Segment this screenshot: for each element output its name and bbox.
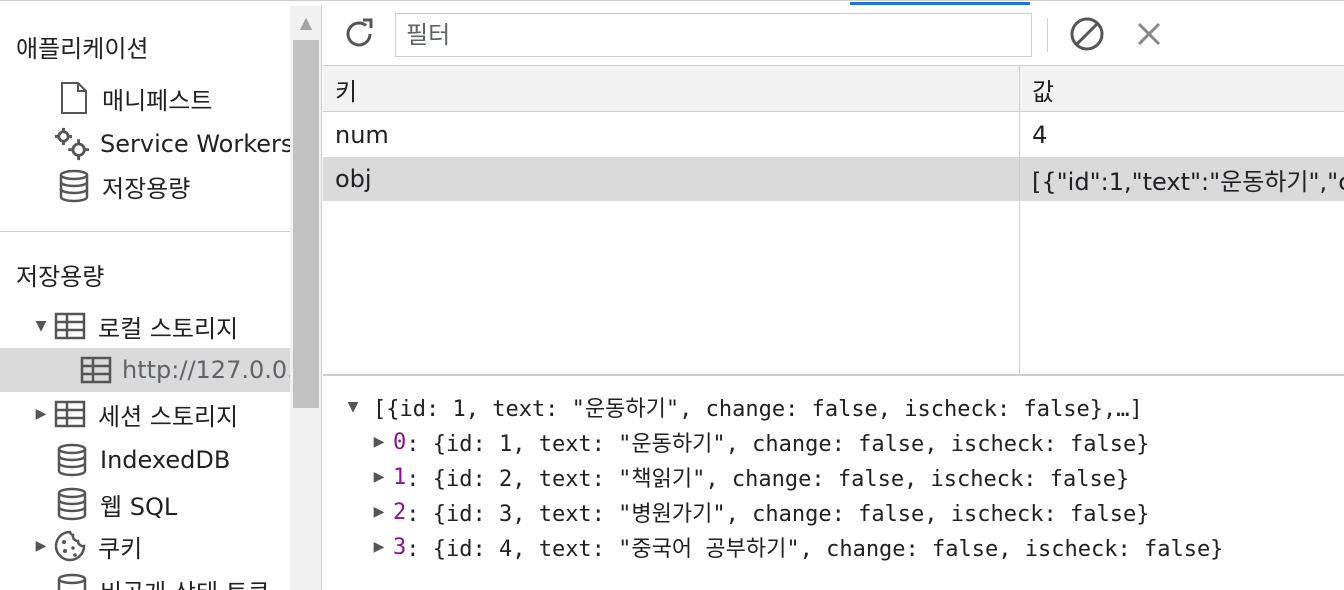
preview-item-index: 2	[393, 499, 407, 525]
clear-all-button[interactable]	[1065, 14, 1109, 58]
table-icon	[52, 308, 88, 344]
application-sidebar: 애플리케이션 매니페스트 Service Workers 저장용량 저장용량 ▼	[0, 6, 322, 590]
table-row[interactable]: num 4	[323, 113, 1344, 157]
collapsed-triangle-icon[interactable]: ▶	[365, 504, 393, 520]
preview-item-text: : {id: 4, text: "중국어 공부하기", change: fals…	[406, 537, 1224, 562]
preview-item-index: 0	[393, 429, 407, 455]
sidebar-section-label: 애플리케이션	[16, 34, 149, 63]
delete-selected-button[interactable]	[1127, 14, 1171, 58]
database-icon	[54, 572, 90, 590]
expanded-triangle-icon[interactable]: ▼	[30, 318, 52, 334]
cookie-icon	[52, 528, 88, 564]
sidebar-item-cookies[interactable]: ▶ 쿠키	[0, 524, 290, 568]
preview-root-line[interactable]: ▼ [{id: 1, text: "운동하기", change: false, …	[339, 390, 1143, 424]
storage-toolbar	[323, 6, 1344, 66]
preview-item-text: : {id: 2, text: "책읽기", change: false, is…	[406, 467, 1130, 492]
toolbar-separator	[1047, 18, 1048, 52]
collapsed-triangle-icon[interactable]: ▶	[365, 434, 393, 450]
gears-icon	[54, 126, 90, 162]
collapsed-triangle-icon[interactable]: ▶	[365, 469, 393, 485]
column-divider[interactable]	[1019, 66, 1020, 374]
preview-item-text: : {id: 3, text: "병원가기", change: false, i…	[406, 502, 1150, 527]
sidebar-section-storage: 저장용량	[0, 252, 290, 296]
preview-summary: [{id: 1, text: "운동하기", change: false, is…	[373, 397, 1143, 422]
table-icon	[80, 352, 112, 388]
table-row[interactable]: obj [{"id":1,"text":"운동하기","change":fals…	[323, 157, 1344, 201]
sidebar-scrollbar[interactable]: ▲	[290, 6, 321, 590]
collapsed-triangle-icon[interactable]: ▶	[30, 406, 52, 422]
document-icon	[56, 80, 92, 116]
table-icon	[52, 396, 88, 432]
sidebar-item-label: 비공개 상태 토큰	[100, 573, 270, 590]
active-tab-indicator	[850, 2, 1030, 5]
sidebar-item-label: IndexedDB	[100, 446, 231, 474]
expanded-triangle-icon[interactable]: ▼	[339, 399, 367, 415]
sidebar-divider	[0, 231, 290, 232]
sidebar-item-label: http://127.0.0.1:5500	[122, 356, 290, 384]
column-header-key[interactable]: 키	[323, 66, 1019, 112]
database-icon	[56, 168, 92, 204]
preview-item-index: 1	[393, 464, 407, 490]
sidebar-item-label: 저장용량	[102, 174, 191, 203]
preview-item[interactable]: ▶ 1 : {id: 2, text: "책읽기", change: false…	[365, 460, 1130, 494]
clear-all-icon	[1069, 16, 1105, 56]
sidebar-item-local-storage-origin[interactable]: http://127.0.0.1:5500	[0, 348, 290, 392]
preview-item-index: 3	[393, 534, 407, 560]
sidebar-item-service-workers[interactable]: Service Workers	[0, 122, 290, 166]
scroll-up-arrow-icon[interactable]: ▲	[290, 6, 321, 38]
sidebar-item-session-storage[interactable]: ▶ 세션 스토리지	[0, 392, 290, 436]
sidebar-item-indexeddb[interactable]: IndexedDB	[0, 438, 290, 482]
sidebar-item-websql[interactable]: 웹 SQL	[0, 482, 290, 526]
sidebar-item-private-state-tokens[interactable]: 비공개 상태 토큰	[0, 568, 290, 590]
close-icon	[1135, 20, 1163, 52]
sidebar-item-local-storage[interactable]: ▼ 로컬 스토리지	[0, 304, 290, 348]
row-key: obj	[335, 165, 372, 193]
preview-item[interactable]: ▶ 2 : {id: 3, text: "병원가기", change: fals…	[365, 495, 1150, 529]
sidebar-item-label: 세션 스토리지	[98, 402, 239, 431]
row-value: 4	[1032, 121, 1048, 149]
collapsed-triangle-icon[interactable]: ▶	[365, 539, 393, 555]
sidebar-item-label: 웹 SQL	[100, 492, 178, 521]
row-key: num	[335, 121, 389, 149]
sidebar-section-label: 저장용량	[16, 262, 105, 291]
sidebar-section-application: 애플리케이션	[0, 24, 290, 68]
sidebar-item-manifest[interactable]: 매니페스트	[0, 76, 290, 120]
sidebar-item-storage[interactable]: 저장용량	[0, 164, 290, 208]
key-value-table: 키 값 num 4 obj [{"id":1,"text":"운동하기","ch…	[323, 66, 1344, 376]
preview-item-text: : {id: 1, text: "운동하기", change: false, i…	[406, 432, 1150, 457]
scrollbar-thumb[interactable]	[293, 40, 319, 408]
refresh-button[interactable]	[337, 14, 381, 58]
preview-item[interactable]: ▶ 3 : {id: 4, text: "중국어 공부하기", change: …	[365, 530, 1224, 564]
table-header: 키 값	[323, 66, 1344, 112]
filter-input[interactable]	[395, 13, 1032, 57]
database-icon	[54, 486, 90, 522]
sidebar-item-label: 로컬 스토리지	[98, 314, 239, 343]
collapsed-triangle-icon[interactable]: ▶	[30, 538, 52, 554]
column-header-value[interactable]: 값	[1020, 66, 1344, 112]
refresh-icon	[341, 16, 377, 56]
sidebar-item-label: 쿠키	[98, 534, 143, 563]
database-icon	[54, 442, 90, 478]
value-preview-pane: ▼ [{id: 1, text: "운동하기", change: false, …	[323, 378, 1344, 590]
preview-item[interactable]: ▶ 0 : {id: 1, text: "운동하기", change: fals…	[365, 425, 1150, 459]
sidebar-item-label: 매니페스트	[102, 86, 213, 115]
sidebar-item-label: Service Workers	[100, 130, 290, 158]
row-value: [{"id":1,"text":"운동하기","change":false,"i…	[1032, 167, 1344, 196]
